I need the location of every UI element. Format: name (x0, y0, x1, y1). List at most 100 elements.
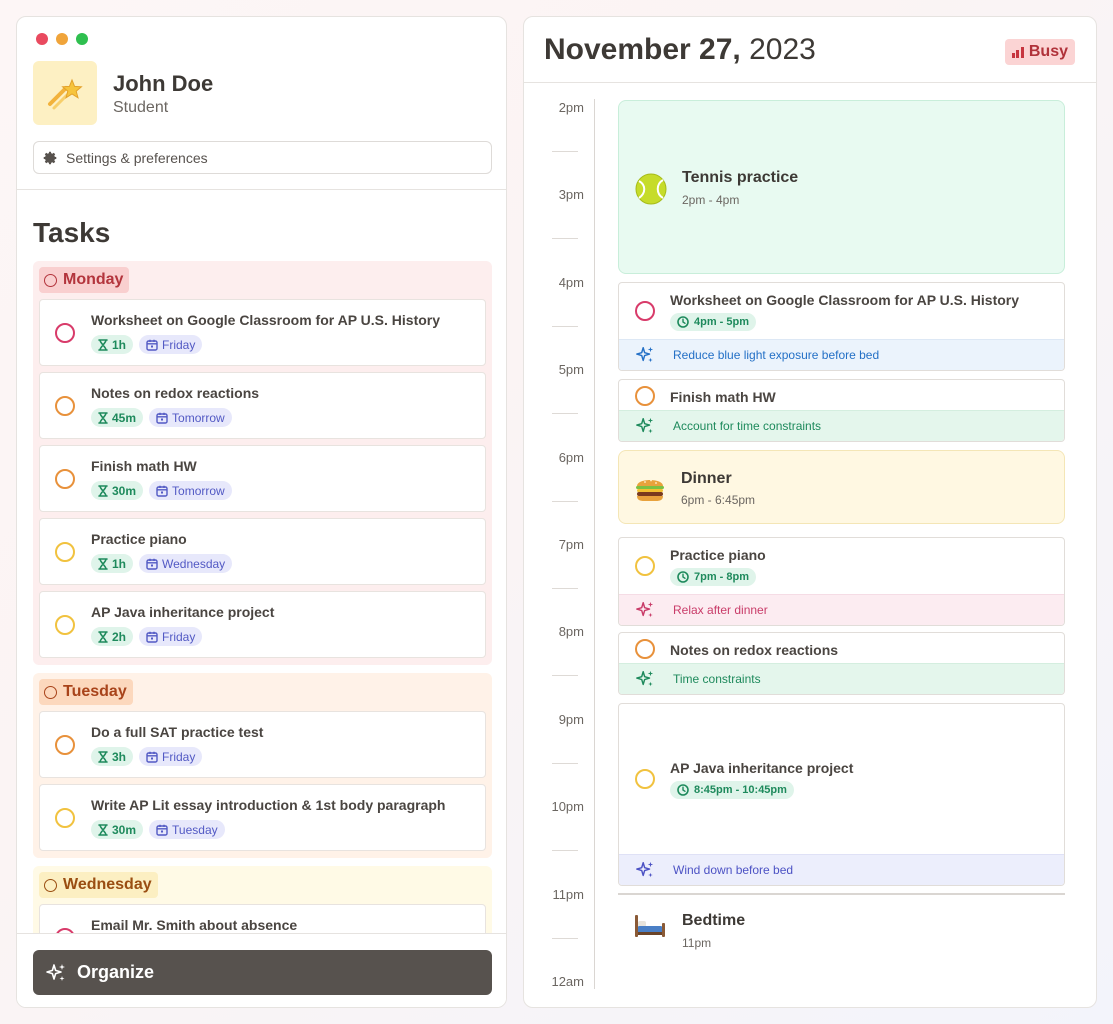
task-title: Do a full SAT practice test (91, 724, 264, 740)
duration-label: 30m (112, 483, 137, 498)
task-checkbox[interactable] (635, 769, 655, 789)
task-checkbox[interactable] (55, 808, 75, 828)
group-label: Monday (63, 271, 124, 288)
task-title: Notes on redox reactions (670, 642, 839, 658)
avatar[interactable] (33, 61, 97, 125)
group-header[interactable]: Monday (39, 267, 130, 293)
task-checkbox[interactable] (635, 639, 655, 659)
zoom-window-button[interactable] (76, 33, 88, 45)
group-label: Wednesday (63, 876, 152, 893)
suggestion-text: Time constraints (673, 672, 761, 686)
calendar-header: November 27, 2023 Busy (524, 17, 1096, 83)
ai-suggestion: Relax after dinner (619, 594, 1064, 625)
circle-icon (44, 273, 57, 287)
task-card[interactable]: Notes on redox reactions 45m Tomorrow (39, 372, 486, 439)
status-badge[interactable]: Busy (1004, 39, 1075, 65)
calendar-icon (146, 751, 158, 763)
task-card[interactable]: Practice piano 1h Wednesday (39, 518, 486, 585)
due-day-label: Tuesday (172, 822, 218, 837)
half-hour-tick (552, 675, 578, 677)
burger-icon (636, 479, 664, 501)
suggestion-text: Relax after dinner (673, 603, 768, 617)
hour-label: 10pm (551, 799, 584, 815)
ai-suggestion: Wind down before bed (619, 854, 1064, 885)
task-tags: 2h Friday (91, 627, 203, 646)
signal-bars-icon (1011, 46, 1024, 58)
duration-tag: 30m (91, 820, 144, 839)
group-header[interactable]: Wednesday (39, 872, 158, 898)
date-title: November 27, 2023 (544, 33, 816, 67)
group-label: Tuesday (63, 683, 127, 700)
task-checkbox[interactable] (55, 735, 75, 755)
time-tag: 7pm - 8pm (670, 568, 757, 586)
scheduled-task[interactable]: Practice piano 7pm - 8pm Relax after din… (618, 537, 1065, 626)
half-hour-tick (552, 238, 578, 240)
tasks-heading: Tasks (33, 217, 111, 248)
duration-tag: 1h (91, 335, 134, 354)
task-card[interactable]: Finish math HW 30m Tomorrow (39, 445, 486, 512)
scheduled-task[interactable]: Finish math HW Account for time constrai… (618, 379, 1065, 442)
task-card[interactable]: Do a full SAT practice test 3h Friday (39, 711, 486, 778)
half-hour-tick (552, 413, 578, 415)
task-checkbox[interactable] (55, 615, 75, 635)
hour-label: 4pm (558, 274, 584, 290)
duration-tag: 1h (91, 554, 134, 573)
event-bedtime[interactable]: Bedtime 11pm (618, 901, 1065, 961)
settings-button[interactable]: Settings & preferences (33, 141, 492, 174)
calendar-panel: November 27, 2023 Busy Tennis practice 2… (523, 16, 1097, 1008)
due-day-label: Friday (162, 749, 196, 764)
event-dinner[interactable]: Dinner 6pm - 6:45pm (618, 450, 1065, 524)
suggestion-text: Wind down before bed (673, 863, 794, 877)
half-hour-tick (552, 588, 578, 589)
task-checkbox[interactable] (55, 542, 75, 562)
duration-label: 1h (112, 556, 127, 571)
organize-button[interactable]: Organize (33, 950, 492, 995)
task-card[interactable]: Write AP Lit essay introduction & 1st bo… (39, 784, 486, 851)
event-tennis-practice[interactable]: Tennis practice 2pm - 4pm (618, 100, 1065, 274)
hour-label: 7pm (558, 537, 584, 552)
scheduled-task[interactable]: Notes on redox reactions Time constraint… (618, 632, 1065, 695)
half-hour-tick (552, 937, 578, 939)
clock-icon (677, 784, 689, 796)
scheduled-task[interactable]: AP Java inheritance project 8:45pm - 10:… (618, 703, 1065, 886)
task-checkbox[interactable] (635, 556, 655, 576)
circle-icon (44, 878, 57, 892)
hour-label: 9pm (558, 711, 584, 727)
task-checkbox[interactable] (635, 301, 655, 321)
due-day-tag: Friday (139, 627, 203, 646)
task-checkbox[interactable] (635, 386, 655, 406)
task-card[interactable]: AP Java inheritance project 2h Friday (39, 591, 486, 658)
window-controls (36, 33, 88, 45)
ai-suggestion: Time constraints (619, 663, 1064, 694)
organize-label: Organize (77, 962, 155, 982)
due-day-tag: Tomorrow (149, 481, 232, 500)
task-checkbox[interactable] (55, 469, 75, 489)
hour-label: 5pm (558, 362, 584, 378)
clock-icon (677, 571, 689, 583)
task-title: Practice piano (670, 547, 766, 563)
clock-icon (677, 316, 689, 328)
time-tag: 4pm - 5pm (670, 313, 757, 331)
task-title: Practice piano (91, 531, 187, 547)
task-card[interactable]: Worksheet on Google Classroom for AP U.S… (39, 299, 486, 366)
hourglass-icon (98, 411, 108, 424)
hour-label: 2pm (558, 100, 584, 115)
calendar-icon (156, 485, 168, 497)
duration-tag: 30m (91, 481, 144, 500)
group-header[interactable]: Tuesday (39, 679, 133, 705)
minimize-window-button[interactable] (56, 33, 68, 45)
due-day-label: Tomorrow (172, 483, 225, 498)
close-window-button[interactable] (36, 33, 48, 45)
hour-label: 3pm (558, 187, 584, 203)
due-day-tag: Friday (139, 335, 203, 354)
scheduled-task[interactable]: Worksheet on Google Classroom for AP U.S… (618, 282, 1065, 371)
task-group-monday: Monday Worksheet on Google Classroom for … (33, 261, 492, 665)
circle-icon (44, 685, 57, 699)
calendar-icon (156, 412, 168, 424)
task-checkbox[interactable] (55, 323, 75, 343)
due-day-label: Wednesday (162, 556, 226, 571)
time-label: 7pm - 8pm (694, 571, 750, 583)
task-title: AP Java inheritance project (670, 760, 854, 776)
task-title: Worksheet on Google Classroom for AP U.S… (91, 312, 441, 328)
task-checkbox[interactable] (55, 396, 75, 416)
